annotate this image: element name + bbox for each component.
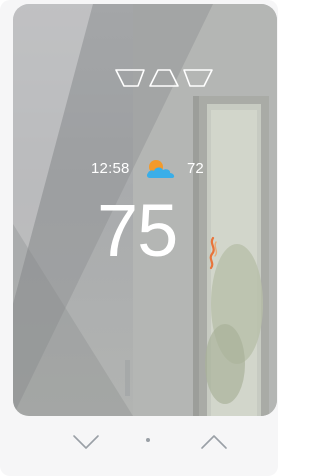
clock-time: 12:58 xyxy=(91,160,130,177)
thermostat-screen: 12:58 72 75 xyxy=(13,4,277,416)
chevron-up-icon[interactable] xyxy=(198,430,230,452)
heat-flame-icon xyxy=(209,236,218,270)
mode-icon-right xyxy=(183,69,213,87)
partly-cloudy-icon xyxy=(146,160,175,178)
status-row: 12:58 72 xyxy=(13,158,277,182)
setpoint-temperature: 75 xyxy=(97,189,178,272)
outdoor-temperature: 72 xyxy=(187,160,204,177)
thermostat-device: 12:58 72 75 xyxy=(0,0,278,476)
chevron-down-icon[interactable] xyxy=(70,430,102,452)
mode-icon-left xyxy=(115,69,145,87)
mode-icons xyxy=(115,69,213,87)
mode-icon-center xyxy=(149,69,179,87)
center-dot xyxy=(146,438,150,442)
control-bar xyxy=(0,416,278,476)
